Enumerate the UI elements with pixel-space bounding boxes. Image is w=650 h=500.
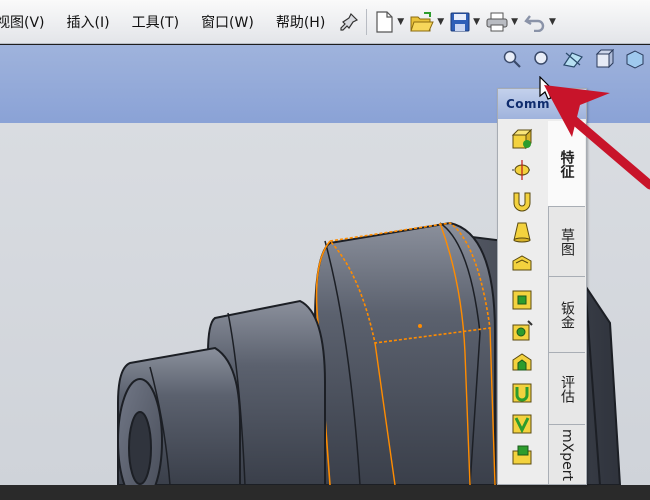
menu-view[interactable]: 视图(V) — [0, 0, 56, 44]
toolbar-separator — [366, 8, 368, 35]
swept-boss-icon[interactable] — [510, 189, 534, 213]
chevron-down-icon[interactable]: ▼ — [437, 17, 444, 27]
new-document-icon — [376, 10, 393, 33]
menu-help[interactable]: 帮助(H) — [265, 0, 336, 44]
display-style-icon[interactable] — [624, 49, 646, 69]
annotation-arrow-icon — [544, 85, 650, 190]
print-button[interactable]: ▼ — [486, 7, 518, 37]
lofted-boss-icon[interactable] — [510, 220, 534, 244]
chevron-down-icon[interactable]: ▼ — [473, 17, 480, 27]
view-orientation-icon[interactable] — [594, 49, 614, 69]
chevron-down-icon[interactable]: ▼ — [397, 17, 404, 27]
swept-cut-icon[interactable] — [510, 381, 534, 405]
feature-tools — [504, 127, 540, 474]
tab-dimxpert[interactable]: mXpert — [548, 425, 585, 485]
tab-sheet-metal[interactable]: 钣金 — [548, 277, 585, 353]
undo-button[interactable]: ▼ — [524, 7, 556, 37]
pin-button[interactable] — [339, 7, 359, 37]
menu-tools[interactable]: 工具(T) — [121, 0, 190, 44]
extruded-cut-icon[interactable] — [510, 288, 534, 312]
boundary-cut-icon[interactable] — [510, 443, 534, 467]
zoom-icon[interactable] — [502, 49, 522, 69]
menu-bar: 视图(V) 插入(I) 工具(T) 窗口(W) 帮助(H) ▼ ▼ ▼ ▼ ▼ — [0, 0, 650, 44]
tab-sketch[interactable]: 草图 — [548, 207, 585, 277]
open-folder-icon — [410, 11, 434, 31]
save-icon — [450, 12, 470, 31]
lofted-cut-icon[interactable] — [510, 412, 534, 436]
zoom-area-icon[interactable] — [532, 49, 552, 69]
menu-window[interactable]: 窗口(W) — [190, 0, 265, 44]
revolved-cut-icon[interactable] — [510, 350, 534, 374]
hole-wizard-icon[interactable] — [510, 319, 534, 343]
chevron-down-icon[interactable]: ▼ — [549, 17, 556, 27]
tab-evaluate[interactable]: 评估 — [548, 353, 585, 425]
new-document-button[interactable]: ▼ — [374, 7, 404, 37]
chevron-down-icon[interactable]: ▼ — [511, 17, 518, 27]
pin-icon — [340, 12, 359, 31]
status-bar — [0, 485, 650, 500]
extruded-boss-icon[interactable] — [510, 127, 534, 151]
undo-icon — [524, 14, 545, 32]
revolve-boss-icon[interactable] — [510, 158, 534, 182]
printer-icon — [486, 12, 508, 31]
boundary-boss-icon[interactable] — [510, 251, 534, 275]
menu-insert[interactable]: 插入(I) — [56, 0, 121, 44]
section-view-icon[interactable] — [562, 49, 584, 69]
open-button[interactable]: ▼ — [410, 7, 444, 37]
save-button[interactable]: ▼ — [450, 7, 480, 37]
